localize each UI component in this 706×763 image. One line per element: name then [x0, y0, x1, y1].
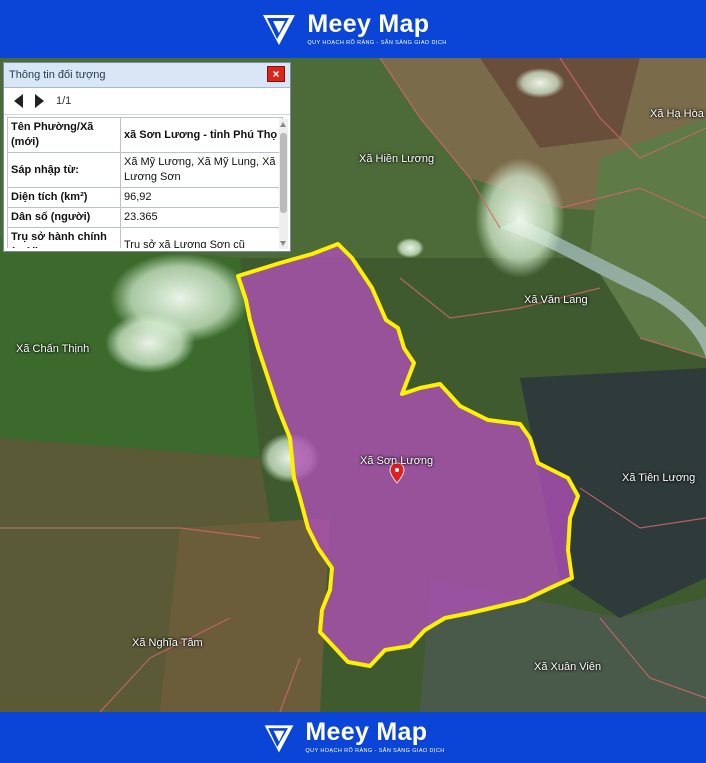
row-key: Diện tích (km²) — [7, 187, 121, 208]
label-van-lang: Xã Văn Lang — [524, 294, 588, 306]
next-arrow-icon[interactable] — [35, 94, 44, 108]
row-value: 23.365 — [120, 207, 283, 228]
footer-brand-logo: Meey Map QUY HOẠCH RÕ RÀNG - SẴN SÀNG GI… — [261, 720, 444, 756]
label-xuan-vien: Xã Xuân Viên — [534, 661, 602, 673]
table-row: Trụ sở hành chính (mới) Trụ sở xã Lương … — [7, 227, 283, 248]
row-key: Dân số (người) — [7, 207, 121, 228]
header-banner: Meey Map QUY HOẠCH RÕ RÀNG - SẴN SÀNG GI… — [0, 0, 706, 58]
brand-name: Meey Map — [307, 9, 430, 38]
table-row: Diện tích (km²) 96,92 — [7, 187, 283, 208]
footer-brand-name: Meey Map — [305, 718, 428, 747]
previous-arrow-icon[interactable] — [14, 94, 23, 108]
page-indicator: 1/1 — [56, 95, 72, 107]
brand-tagline: QUY HOẠCH RÕ RÀNG - SẴN SÀNG GIAO DỊCH — [307, 39, 447, 46]
row-value: 96,92 — [120, 187, 283, 208]
panel-scrollbar[interactable] — [279, 119, 288, 249]
footer-brand-tagline: QUY HOẠCH RÕ RÀNG - SẴN SÀNG GIAO DỊCH — [305, 748, 445, 755]
feature-info-panel: Thông tin đối tượng × 1/1 Tên Phường/Xã … — [3, 62, 291, 252]
label-son-luong: Xã Sơn Lương — [360, 455, 434, 467]
attribute-table: Tên Phường/Xã (mới) xã Sơn Lương - tỉnh … — [7, 117, 283, 248]
row-key: Trụ sở hành chính (mới) — [7, 227, 121, 248]
row-value: xã Sơn Lương - tỉnh Phú Thọ — [120, 117, 283, 153]
attribute-table-wrap[interactable]: Tên Phường/Xã (mới) xã Sơn Lương - tỉnh … — [7, 117, 283, 248]
row-value: Xã Mỹ Lương, Xã Mỹ Lung, Xã Lương Sơn — [120, 152, 283, 188]
table-row: Dân số (người) 23.365 — [7, 207, 283, 228]
label-hien-luong: Xã Hiền Lương — [359, 153, 435, 165]
pager: 1/1 — [4, 88, 290, 115]
table-row: Tên Phường/Xã (mới) xã Sơn Lương - tỉnh … — [7, 117, 283, 153]
row-key: Tên Phường/Xã (mới) — [7, 117, 121, 153]
panel-header: Thông tin đối tượng × — [4, 63, 290, 88]
table-row: Sáp nhập từ: Xã Mỹ Lương, Xã Mỹ Lung, Xã… — [7, 152, 283, 188]
label-nghia-tam: Xã Nghĩa Tâm — [132, 637, 203, 649]
label-ha-hoa: Xã Hạ Hòa — [650, 108, 704, 120]
scroll-up-icon[interactable] — [280, 122, 286, 127]
row-key: Sáp nhập từ: — [7, 152, 121, 188]
brand-logo: Meey Map QUY HOẠCH RÕ RÀNG - SẴN SÀNG GI… — [259, 9, 446, 49]
scroll-thumb[interactable] — [280, 133, 287, 213]
label-chan-thinh: Xã Chấn Thịnh — [16, 343, 90, 355]
panel-title: Thông tin đối tượng — [9, 69, 106, 81]
meey-logo-icon — [263, 15, 296, 45]
row-value: Trụ sở xã Lương Sơn cũ — [120, 227, 283, 248]
footer-banner: Meey Map QUY HOẠCH RÕ RÀNG - SẴN SÀNG GI… — [0, 712, 706, 763]
scroll-down-icon[interactable] — [280, 241, 286, 246]
meey-logo-icon — [265, 724, 294, 752]
label-tien-luong: Xã Tiên Lương — [622, 472, 696, 484]
close-button[interactable]: × — [267, 66, 285, 82]
